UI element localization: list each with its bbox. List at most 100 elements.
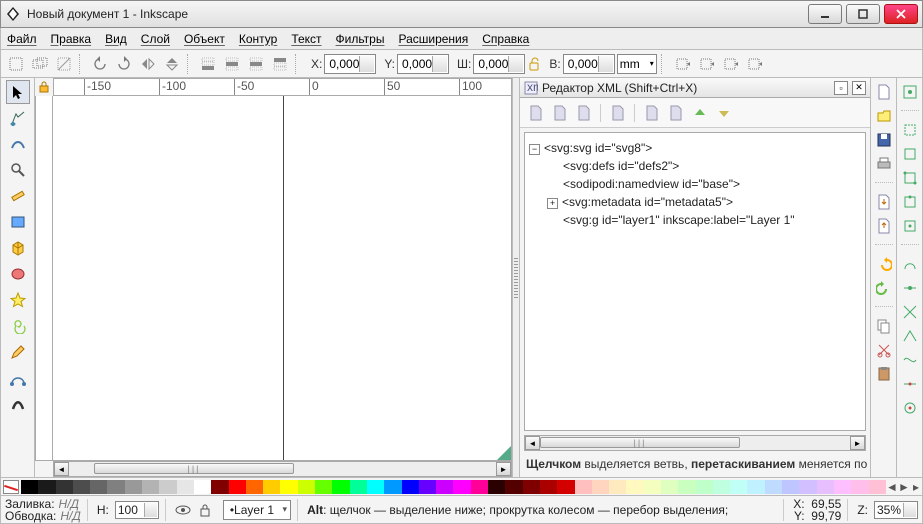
menu-text[interactable]: Текст: [291, 32, 321, 46]
snap-cusp-button[interactable]: [900, 326, 920, 346]
color-swatch[interactable]: [471, 480, 488, 494]
color-swatch[interactable]: [90, 480, 107, 494]
color-swatch[interactable]: [488, 480, 505, 494]
snap-path-button[interactable]: [900, 278, 920, 298]
snap-bbox-edge-button[interactable]: [900, 144, 920, 164]
tool-spiral[interactable]: [6, 314, 30, 338]
scroll-right-icon[interactable]: ►: [850, 436, 865, 450]
tool-select[interactable]: [6, 80, 30, 104]
scroll-right-icon[interactable]: ►: [496, 462, 511, 476]
color-swatch[interactable]: [350, 480, 367, 494]
undo-button[interactable]: [874, 254, 894, 274]
rotate-cw-button[interactable]: [113, 53, 135, 75]
color-swatch[interactable]: [229, 480, 246, 494]
color-swatch[interactable]: [523, 480, 540, 494]
color-swatch[interactable]: [869, 480, 886, 494]
xml-tree-row[interactable]: <svg:defs id="defs2">: [529, 157, 861, 175]
color-swatch[interactable]: [125, 480, 142, 494]
raise-to-top-button[interactable]: [269, 53, 291, 75]
tool-star[interactable]: [6, 288, 30, 312]
tool-bezier[interactable]: [6, 366, 30, 390]
affect-scale-corners-button[interactable]: [719, 53, 741, 75]
snap-object-center-button[interactable]: [900, 398, 920, 418]
color-swatch[interactable]: [834, 480, 851, 494]
scroll-thumb[interactable]: |||: [94, 463, 294, 474]
color-swatch[interactable]: [332, 480, 349, 494]
affect-scale-stroke-button[interactable]: [695, 53, 717, 75]
xml-duplicate-button[interactable]: [574, 103, 594, 123]
fill-stroke-indicator[interactable]: Заливка: Н/Д Обводка: Н/Д: [5, 498, 81, 522]
color-swatch[interactable]: [540, 480, 557, 494]
snap-enable-button[interactable]: [900, 82, 920, 102]
menu-path[interactable]: Контур: [239, 32, 277, 46]
color-swatch[interactable]: [661, 480, 678, 494]
scroll-left-icon[interactable]: ◄: [54, 462, 69, 476]
color-swatch[interactable]: [38, 480, 55, 494]
xml-indent-button[interactable]: [666, 103, 686, 123]
save-button[interactable]: [874, 130, 894, 150]
window-close-button[interactable]: [884, 4, 918, 24]
menu-view[interactable]: Вид: [105, 32, 127, 46]
deselect-button[interactable]: [53, 53, 75, 75]
menu-filters[interactable]: Фильтры: [336, 32, 385, 46]
menu-extensions[interactable]: Расширения: [398, 32, 468, 46]
color-swatch[interactable]: [177, 480, 194, 494]
new-document-button[interactable]: [874, 82, 894, 102]
canvas-scroll-horizontal[interactable]: ◄ ||| ►: [53, 461, 512, 477]
color-swatch[interactable]: [730, 480, 747, 494]
select-all-layers-button[interactable]: [29, 53, 51, 75]
snap-bbox-corner-button[interactable]: [900, 168, 920, 188]
copy-button[interactable]: [874, 316, 894, 336]
raise-button[interactable]: [245, 53, 267, 75]
color-swatch[interactable]: [73, 480, 90, 494]
dock-splitter[interactable]: [512, 78, 520, 477]
tool-node[interactable]: [6, 106, 30, 130]
color-swatch[interactable]: [851, 480, 868, 494]
color-swatch[interactable]: [696, 480, 713, 494]
color-picker-corner-icon[interactable]: [497, 446, 511, 460]
snap-intersection-button[interactable]: [900, 302, 920, 322]
guide-lock-icon[interactable]: [35, 78, 53, 96]
tool-rect[interactable]: [6, 210, 30, 234]
tool-measure[interactable]: [6, 184, 30, 208]
xml-tree-row[interactable]: +<svg:metadata id="metadata5">: [529, 193, 861, 211]
size-w-input[interactable]: 0,000: [473, 54, 525, 74]
scroll-thumb[interactable]: |||: [540, 437, 740, 448]
window-minimize-button[interactable]: [808, 4, 842, 24]
xml-new-text-button[interactable]: [550, 103, 570, 123]
xml-scroll-horizontal[interactable]: ◄ ||| ►: [524, 435, 866, 451]
expander-icon[interactable]: −: [529, 144, 540, 155]
color-swatch[interactable]: [453, 480, 470, 494]
snap-node-button[interactable]: [900, 254, 920, 274]
layer-lock-icon[interactable]: [199, 503, 217, 517]
ruler-horizontal[interactable]: -150 -100 -50 0 50 100: [53, 78, 512, 96]
flip-horizontal-button[interactable]: [137, 53, 159, 75]
tool-zoom[interactable]: [6, 158, 30, 182]
window-maximize-button[interactable]: [846, 4, 880, 24]
menu-file[interactable]: Файл: [7, 32, 37, 46]
xml-panel-iconify-button[interactable]: ▫: [834, 81, 848, 95]
unit-select[interactable]: mm▾: [617, 54, 657, 74]
color-swatch[interactable]: [142, 480, 159, 494]
color-swatch[interactable]: [402, 480, 419, 494]
print-button[interactable]: [874, 154, 894, 174]
xml-tree-row[interactable]: <svg:g id="layer1" inkscape:label="Layer…: [529, 211, 861, 229]
opacity-input[interactable]: 100: [115, 501, 159, 519]
coord-x-input[interactable]: 0,000: [324, 54, 376, 74]
flip-vertical-button[interactable]: [161, 53, 183, 75]
xml-new-element-button[interactable]: [526, 103, 546, 123]
color-swatch[interactable]: [575, 480, 592, 494]
color-swatch[interactable]: [609, 480, 626, 494]
color-swatch[interactable]: [367, 480, 384, 494]
menu-object[interactable]: Объект: [184, 32, 225, 46]
xml-unindent-button[interactable]: [642, 103, 662, 123]
ruler-vertical[interactable]: [35, 96, 53, 461]
expander-icon[interactable]: +: [547, 198, 558, 209]
color-swatch[interactable]: [817, 480, 834, 494]
color-swatch[interactable]: [713, 480, 730, 494]
canvas-viewport[interactable]: [53, 96, 512, 461]
color-swatch[interactable]: [747, 480, 764, 494]
lock-aspect-icon[interactable]: [527, 56, 541, 72]
color-swatch[interactable]: [315, 480, 332, 494]
tool-ellipse[interactable]: [6, 262, 30, 286]
